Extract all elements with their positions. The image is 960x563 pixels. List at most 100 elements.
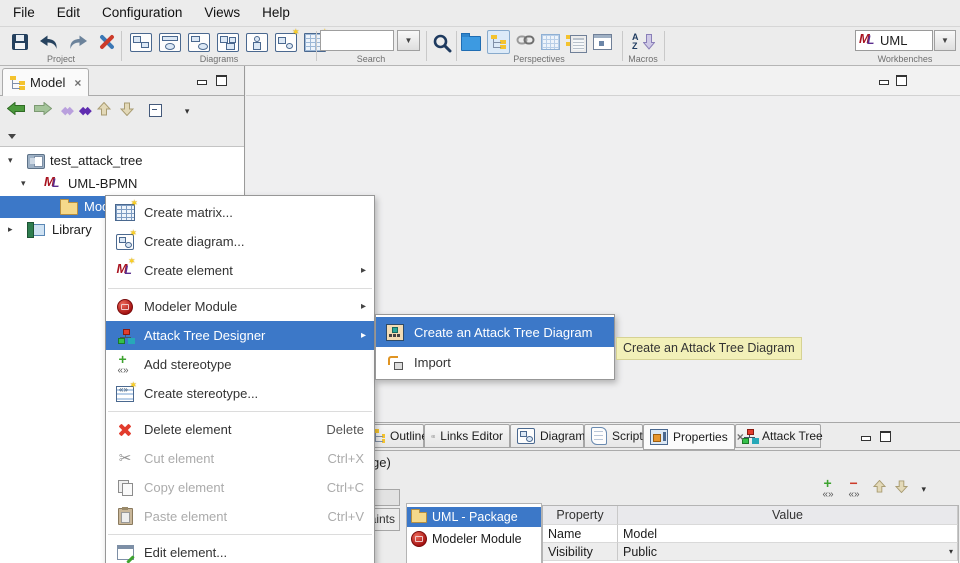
tab-attack-tree[interactable]: Attack Tree — [735, 424, 821, 448]
chevron-down-icon[interactable]: ▾ — [949, 543, 953, 561]
expander-icon[interactable]: ▸ — [8, 224, 13, 235]
filter-dropdown-icon[interactable] — [8, 134, 16, 139]
menu-item-delete-element[interactable]: Delete element Delete — [106, 415, 374, 444]
expander-icon[interactable]: ▾ — [8, 155, 13, 166]
menu-item-create-diagram[interactable]: ✶ Create diagram... — [106, 227, 374, 256]
tree-item-project[interactable]: ▾ test_attack_tree — [0, 150, 244, 172]
search-history-dropdown[interactable]: ▼ — [397, 30, 420, 51]
add-stereotype-button[interactable] — [821, 480, 838, 498]
navigate-forward-button[interactable] — [34, 102, 52, 120]
state-diagram-icon — [217, 33, 239, 52]
tab-diagrams[interactable]: Diagrams — [510, 424, 584, 448]
search-input[interactable] — [320, 30, 394, 51]
minimize-view-icon[interactable] — [860, 431, 872, 442]
minimize-view-icon[interactable] — [878, 75, 890, 86]
list-item-modeler-module[interactable]: Modeler Module — [407, 529, 541, 549]
tab-script[interactable]: Script — [584, 424, 643, 448]
stereotype-toolbar: ▾ — [821, 480, 926, 498]
move-up-button[interactable] — [873, 480, 886, 498]
move-down-button[interactable] — [120, 102, 134, 121]
redo-button[interactable] — [65, 30, 90, 55]
submenu-item-label: Create an Attack Tree Diagram — [414, 325, 604, 340]
menu-help[interactable]: Help — [251, 0, 301, 26]
toolbar-separator — [316, 31, 317, 61]
move-up-button[interactable] — [97, 102, 111, 121]
create-new-diagram-button[interactable]: ✶ — [273, 30, 298, 55]
browser-form-button[interactable] — [566, 33, 587, 51]
tree-item-uml-bpmn[interactable]: ▾ UML-BPMN — [0, 173, 244, 195]
menu-item-modeler-module[interactable]: Modeler Module ▸ — [106, 292, 374, 321]
configure-tools-button[interactable] — [94, 30, 119, 55]
tree-item-label: UML-BPMN — [68, 176, 137, 191]
value-cell[interactable]: Model — [618, 525, 958, 543]
view-menu-button[interactable]: ▾ — [185, 106, 190, 117]
related-elements-button[interactable]: ◆◆ — [61, 106, 70, 117]
menu-shortcut: Ctrl+C — [327, 480, 364, 495]
menu-views[interactable]: Views — [193, 0, 251, 26]
modeler-module-icon — [411, 531, 427, 547]
script-icon — [591, 427, 607, 445]
view-menu-button[interactable]: ▾ — [921, 484, 926, 495]
tab-model[interactable]: Model × — [2, 68, 89, 96]
menu-edit[interactable]: Edit — [46, 0, 91, 26]
close-tab-icon[interactable]: × — [737, 432, 744, 442]
new-badge-icon: ✶ — [129, 381, 137, 390]
remove-stereotype-button[interactable] — [847, 480, 864, 498]
tab-properties[interactable]: Properties × — [643, 424, 735, 450]
workbench-dropdown-button[interactable]: ▼ — [934, 30, 956, 51]
menu-configuration[interactable]: Configuration — [91, 0, 193, 26]
links-view-button[interactable] — [516, 33, 535, 51]
model-tree-icon — [10, 76, 25, 90]
menu-item-edit-element[interactable]: Edit element... — [106, 538, 374, 563]
submenu-item-create-attack-tree-diagram[interactable]: Create an Attack Tree Diagram — [376, 317, 614, 347]
navigate-references-button[interactable]: ◆◆ — [79, 106, 88, 117]
model-browser-toggle[interactable] — [487, 30, 510, 54]
new-diagram-icon: ✶ — [275, 33, 297, 52]
undo-button[interactable] — [36, 30, 61, 55]
move-down-button[interactable] — [895, 480, 908, 498]
grid-view-button[interactable] — [541, 33, 560, 51]
maximize-view-icon[interactable] — [896, 75, 908, 86]
save-button[interactable] — [7, 30, 32, 55]
attack-tree-icon — [742, 429, 757, 443]
navigate-back-button[interactable] — [7, 102, 25, 120]
create-state-diagram-button[interactable] — [215, 30, 240, 55]
list-item-uml-package[interactable]: UML - Package — [407, 507, 541, 527]
collapse-all-button[interactable] — [149, 102, 162, 120]
menu-item-create-stereotype[interactable]: ✶ Create stereotype... — [106, 379, 374, 408]
minimize-view-icon[interactable] — [196, 75, 208, 86]
open-project-button[interactable] — [461, 33, 481, 51]
workbench-select[interactable]: UML — [855, 30, 933, 51]
create-usecase-diagram-button[interactable] — [157, 30, 182, 55]
diagram-overview-button[interactable] — [593, 33, 612, 51]
maximize-view-icon[interactable] — [216, 75, 228, 86]
menu-item-create-element[interactable]: ✶ Create element ▸ — [106, 256, 374, 285]
class-diagram-icon — [130, 33, 152, 52]
create-sequence-diagram-button[interactable] — [186, 30, 211, 55]
maximize-view-icon[interactable] — [880, 431, 892, 442]
configure-tools-icon — [97, 33, 117, 51]
menu-item-paste-element[interactable]: Paste element Ctrl+V — [106, 502, 374, 531]
close-tab-icon[interactable]: × — [74, 78, 81, 88]
delete-icon — [118, 423, 132, 437]
create-actor-diagram-button[interactable] — [244, 30, 269, 55]
submenu-item-import[interactable]: Import — [376, 347, 614, 377]
modelio-window: File Edit Configuration Views Help Proje… — [0, 0, 960, 563]
menu-item-label: Modeler Module — [144, 299, 364, 314]
sort-macro-button[interactable]: A Z — [631, 33, 655, 52]
menu-item-cut-element[interactable]: ✂ Cut element Ctrl+X — [106, 444, 374, 473]
menu-item-attack-tree-designer[interactable]: Attack Tree Designer ▸ — [106, 321, 374, 350]
menu-item-label: Copy element — [144, 480, 311, 495]
create-class-diagram-button[interactable] — [128, 30, 153, 55]
menu-item-copy-element[interactable]: Copy element Ctrl+C — [106, 473, 374, 502]
expander-icon[interactable]: ▾ — [21, 178, 26, 189]
tab-links-editor[interactable]: Links Editor — [424, 424, 510, 448]
value-cell[interactable]: Public▾ — [618, 543, 958, 561]
table-header-row: Property Value — [543, 506, 958, 525]
menu-item-create-matrix[interactable]: ✶ Create matrix... — [106, 198, 374, 227]
sequence-diagram-icon — [188, 33, 210, 52]
menu-item-add-stereotype[interactable]: Add stereotype — [106, 350, 374, 379]
search-button[interactable] — [429, 30, 454, 55]
menu-file[interactable]: File — [2, 0, 46, 26]
usecase-diagram-icon — [159, 33, 181, 52]
